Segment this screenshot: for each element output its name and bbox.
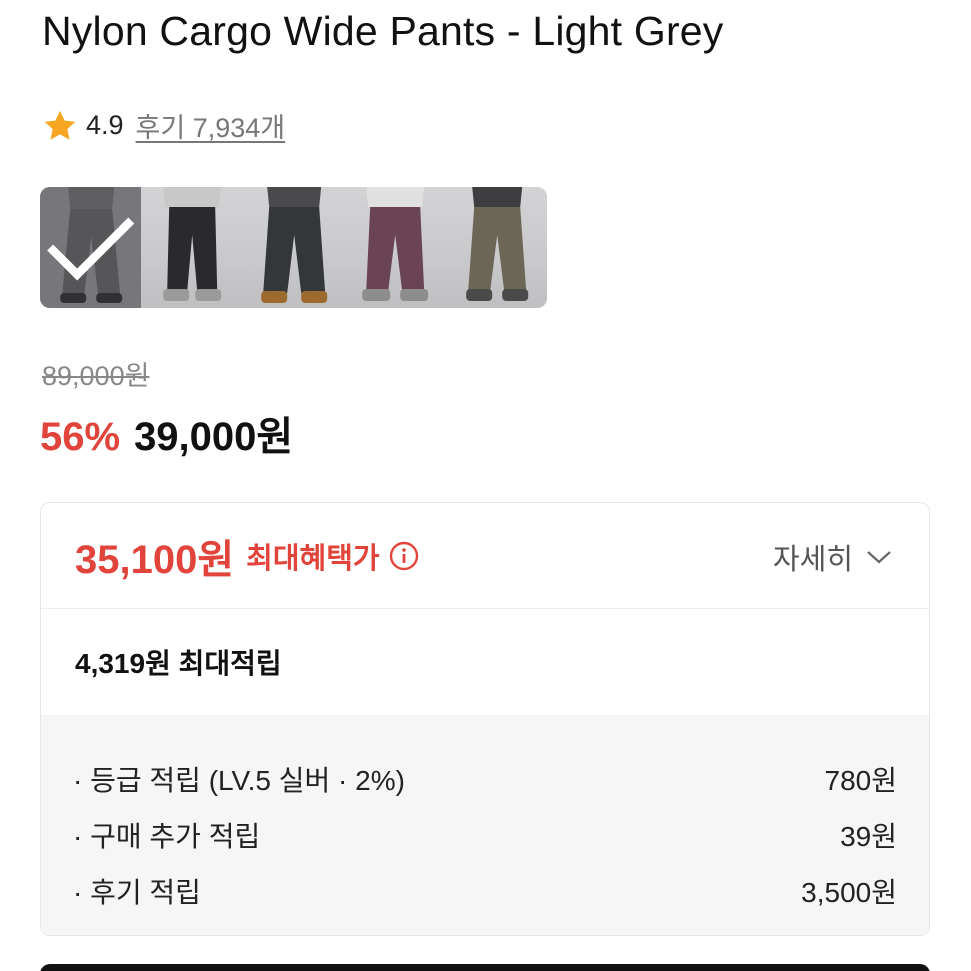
star-icon — [44, 110, 76, 140]
points-row: · 후기 적립 3,500원 — [73, 863, 897, 919]
points-breakdown: · 등급 적립 (LV.5 실버 · 2%) 780원 · 구매 추가 적립 3… — [41, 715, 929, 935]
sale-price: 39,000원 — [134, 415, 294, 459]
product-title: Nylon Cargo Wide Pants - Light Grey — [42, 8, 724, 54]
rating-value: 4.9 — [86, 110, 124, 140]
points-row-label: · 등급 적립 (LV.5 실버 · 2%) — [73, 765, 405, 796]
pants-image — [260, 187, 327, 303]
discount-rate: 56% — [40, 415, 121, 459]
thumbnail-black[interactable] — [141, 187, 243, 308]
thumbnail-khaki[interactable] — [445, 187, 547, 308]
points-row-value: 39원 — [840, 821, 897, 852]
check-icon — [47, 217, 135, 281]
details-button[interactable]: 자세히 — [773, 536, 893, 578]
bottom-action-bar[interactable] — [40, 964, 930, 971]
rating-row: 4.9 후기 7,934개 — [42, 106, 285, 145]
color-thumbnails — [40, 187, 547, 308]
reviews-link[interactable]: 후기 7,934개 — [136, 106, 286, 145]
points-row-value: 3,500원 — [801, 877, 897, 908]
pants-image — [362, 187, 429, 301]
points-total: 4,319원 최대적립 — [75, 648, 282, 679]
thumbnail-light-grey[interactable] — [40, 187, 142, 308]
details-label: 자세히 — [772, 544, 853, 576]
benefit-card: 35,100원 최대혜택가 자세히 4,319원 최대적립 · 등급 적립 (L… — [40, 502, 930, 936]
points-row: · 구매 추가 적립 39원 — [73, 807, 897, 863]
thumbnail-plum[interactable] — [344, 187, 446, 308]
original-price: 89,000원 — [42, 361, 150, 391]
product-detail-page: Nylon Cargo Wide Pants - Light Grey 4.9 … — [0, 0, 971, 971]
price-row: 56% 39,000원 — [40, 404, 293, 462]
benefit-header: 35,100원 최대혜택가 자세히 — [41, 503, 929, 609]
max-benefit-price: 35,100원 — [75, 537, 235, 582]
points-row-label: · 후기 적립 — [73, 877, 201, 908]
chevron-down-icon — [867, 551, 891, 564]
points-row-label: · 구매 추가 적립 — [73, 821, 261, 852]
max-benefit-label: 최대혜택가 — [246, 542, 380, 575]
thumbnail-charcoal[interactable] — [242, 187, 345, 308]
points-row-value: 780원 — [824, 765, 897, 796]
info-icon[interactable] — [388, 540, 420, 572]
points-row: · 등급 적립 (LV.5 실버 · 2%) 780원 — [73, 751, 897, 807]
pants-image — [465, 187, 528, 301]
pants-image — [163, 187, 222, 301]
